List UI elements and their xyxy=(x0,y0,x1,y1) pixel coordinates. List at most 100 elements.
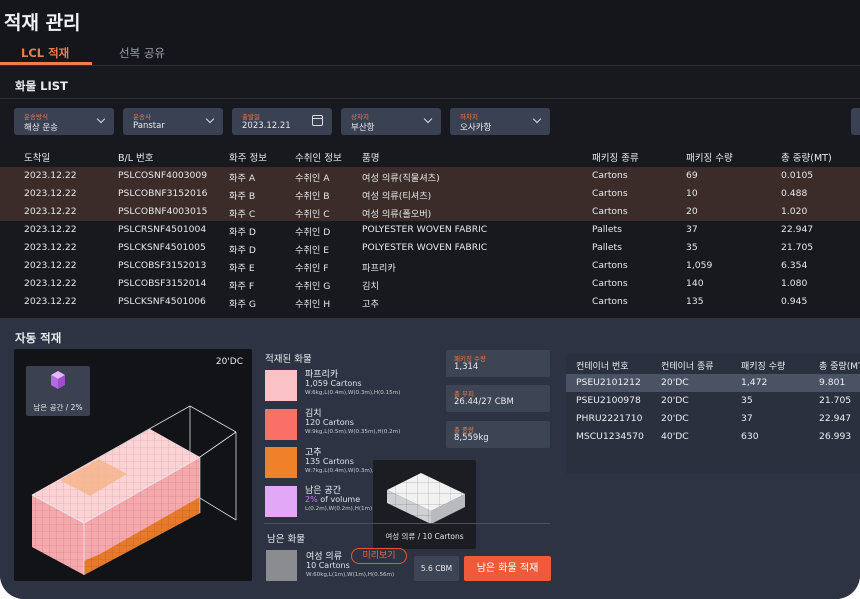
table-cell: 화주 D xyxy=(229,245,256,256)
column-header: 패키징 수량 xyxy=(686,153,733,164)
table-cell: 0.488 xyxy=(781,188,808,199)
table-cell: 1.080 xyxy=(781,278,808,289)
item-dims: W:6kg,L(0.4m),W(0.3m),H(0.15m) xyxy=(305,390,401,396)
table-row[interactable]: 2023.12.22 PSLCKSNF4501006 화주 G 수취인 H 고추 Cart… xyxy=(0,293,860,311)
table-cell: 35 xyxy=(686,242,698,253)
item-count: 135 Cartons xyxy=(305,457,354,466)
section-divider xyxy=(264,523,550,524)
table-row[interactable]: 2023.12.22 PSLCOSNF4003009 화주 A 수취인 A 여성 의류(… xyxy=(0,167,860,185)
table-cell: Cartons xyxy=(592,188,628,199)
container-row[interactable]: MSCU1234570 40'DC 630 26.993 xyxy=(566,428,860,446)
filter-value: 오사카항 xyxy=(460,123,492,133)
tab-bar: LCL 적재 선복 공유 xyxy=(0,40,860,66)
table-cell: 화주 D xyxy=(229,227,256,238)
table-cell: 2023.12.22 xyxy=(24,260,77,271)
preview-caption: 여성 의류 / 10 Cartons xyxy=(385,532,464,541)
filter-value: 2023.12.21 xyxy=(242,121,291,131)
auto-load-panel: 자동 적재 20'DC 남은 공간 / 2% 적재된 화물 파프리카 1,059… xyxy=(0,318,860,599)
calendar-icon xyxy=(312,115,323,126)
table-cell: 수취인 D xyxy=(295,227,331,238)
container-row[interactable]: PSEU2100978 20'DC 35 21.705 xyxy=(566,392,860,410)
table-cell: 화주 B xyxy=(229,191,256,202)
container-isometric xyxy=(31,405,237,575)
table-row[interactable]: 2023.12.22 PSLCRSNF4501004 화주 D 수취인 D POLYES… xyxy=(0,221,860,239)
container-row[interactable]: PSEU2101212 20'DC 1,472 9.801 xyxy=(566,374,860,392)
section-divider xyxy=(0,98,860,99)
load-remaining-button[interactable]: 남은 화물 적재 xyxy=(464,556,551,581)
table-cell: 2023.12.22 xyxy=(24,170,77,181)
table-cell: 화주 F xyxy=(229,281,255,292)
container-3d-view[interactable]: 20'DC 남은 공간 / 2% xyxy=(14,349,252,581)
column-header: 컨테이너 번호 xyxy=(576,362,629,372)
cargo-list-panel: 화물 LIST 운송방식 해상 운송 운송사 Panstar 출발일 2023.… xyxy=(0,66,860,318)
filter-label: 운송사 xyxy=(133,113,151,121)
table-cell: PSEU2101212 xyxy=(576,377,641,388)
table-cell: POLYESTER WOVEN FABRIC xyxy=(362,224,488,235)
cargo-list-title: 화물 LIST xyxy=(15,79,68,93)
stat-value: 8,559kg xyxy=(454,433,489,443)
table-cell: Pallets xyxy=(592,224,622,235)
cargo-table-header: 도착일 B/L 번호 화주 정보 수취인 정보 품명 패키징 종류 패키징 수량… xyxy=(0,146,860,166)
table-row[interactable]: 2023.12.22 PSLCOBSF3152014 화주 F 수취인 G 김치 Cart… xyxy=(0,275,860,293)
volume-percent: 2% xyxy=(305,495,318,504)
table-cell: 21.705 xyxy=(819,395,852,406)
color-swatch-remaining-space xyxy=(265,486,297,517)
filter-label: 하차지 xyxy=(460,113,478,121)
color-swatch-womens-clothing xyxy=(266,550,297,581)
table-row[interactable]: 2023.12.22 PSLCOBSF3152013 화주 E 수취인 F 파프리카 Ca… xyxy=(0,257,860,275)
table-cell: 화주 C xyxy=(229,209,256,220)
stat-package-count: 패키징 수량 1,314 xyxy=(446,350,550,377)
table-cell: Cartons xyxy=(592,260,628,271)
filter-more-button[interactable] xyxy=(851,108,860,135)
filter-label: 운송방식 xyxy=(24,113,48,121)
table-cell: PSLCKSNF4501005 xyxy=(118,242,206,253)
table-cell: 수취인 F xyxy=(295,263,329,274)
filter-departure-date[interactable]: 출발일 2023.12.21 xyxy=(232,108,332,135)
tab-space-sharing[interactable]: 선복 공유 xyxy=(119,45,165,61)
table-cell: 1.020 xyxy=(781,206,808,217)
remaining-cargo-title: 남은 화물 xyxy=(267,534,305,545)
table-cell: Pallets xyxy=(592,242,622,253)
item-count: 1,059 Cartons xyxy=(305,379,362,388)
table-cell: 22.947 xyxy=(781,224,814,235)
table-cell: 21.705 xyxy=(781,242,814,253)
table-row[interactable]: 2023.12.22 PSLCOBNF4003015 화주 C 수취인 C 여성 의류(… xyxy=(0,203,860,221)
table-cell: 140 xyxy=(686,278,704,289)
table-cell: Cartons xyxy=(592,170,628,181)
column-header: 패키징 수량 xyxy=(741,362,786,372)
filter-carrier[interactable]: 운송사 Panstar xyxy=(123,108,223,135)
tab-lcl-loading[interactable]: LCL 적재 xyxy=(21,45,69,61)
stat-total-volume: 총 부피 26.44/27 CBM xyxy=(446,385,550,412)
table-cell: 22.947 xyxy=(819,413,852,424)
table-cell: MSCU1234570 xyxy=(576,431,644,442)
chevron-down-icon xyxy=(423,114,433,124)
table-cell: Cartons xyxy=(592,278,628,289)
filter-loading-port[interactable]: 상차지 부산항 xyxy=(341,108,441,135)
table-cell: PSLCOSNF4003009 xyxy=(118,170,208,181)
table-cell: 69 xyxy=(686,170,698,181)
filter-label: 상차지 xyxy=(351,113,369,121)
box-stack-preview xyxy=(387,473,465,524)
table-cell: 0.0105 xyxy=(781,170,814,181)
table-cell: 수취인 H xyxy=(295,299,331,310)
table-row[interactable]: 2023.12.22 PSLCKSNF4501005 화주 D 수취인 E POLYES… xyxy=(0,239,860,257)
table-cell: 1,059 xyxy=(686,260,713,271)
stat-total-weight: 총 중량 8,559kg xyxy=(446,421,550,448)
table-cell: 수취인 B xyxy=(295,191,330,202)
table-cell: 여성 의류(직물셔츠) xyxy=(362,173,440,184)
preview-button[interactable]: 미리보기 xyxy=(351,548,407,564)
table-cell: 20'DC xyxy=(661,395,689,406)
table-cell: 10 xyxy=(686,188,698,199)
app-window: 적재 관리 LCL 적재 선복 공유 화물 LIST 운송방식 해상 운송 운송… xyxy=(0,0,860,599)
container-row[interactable]: PHRU2221710 20'DC 37 22.947 xyxy=(566,410,860,428)
filter-value: 부산항 xyxy=(351,123,375,133)
table-row[interactable]: 2023.12.22 PSLCOBNF3152016 화주 B 수취인 B 여성 의류(… xyxy=(0,185,860,203)
table-cell: 37 xyxy=(741,413,753,424)
table-cell: 2023.12.22 xyxy=(24,296,77,307)
filter-unloading-port[interactable]: 하차지 오사카항 xyxy=(450,108,550,135)
filter-transport-mode[interactable]: 운송방식 해상 운송 xyxy=(14,108,114,135)
column-header: 화주 정보 xyxy=(229,153,267,164)
page-title: 적재 관리 xyxy=(4,12,81,34)
table-cell: 수취인 A xyxy=(295,173,330,184)
table-cell: POLYESTER WOVEN FABRIC xyxy=(362,242,488,253)
